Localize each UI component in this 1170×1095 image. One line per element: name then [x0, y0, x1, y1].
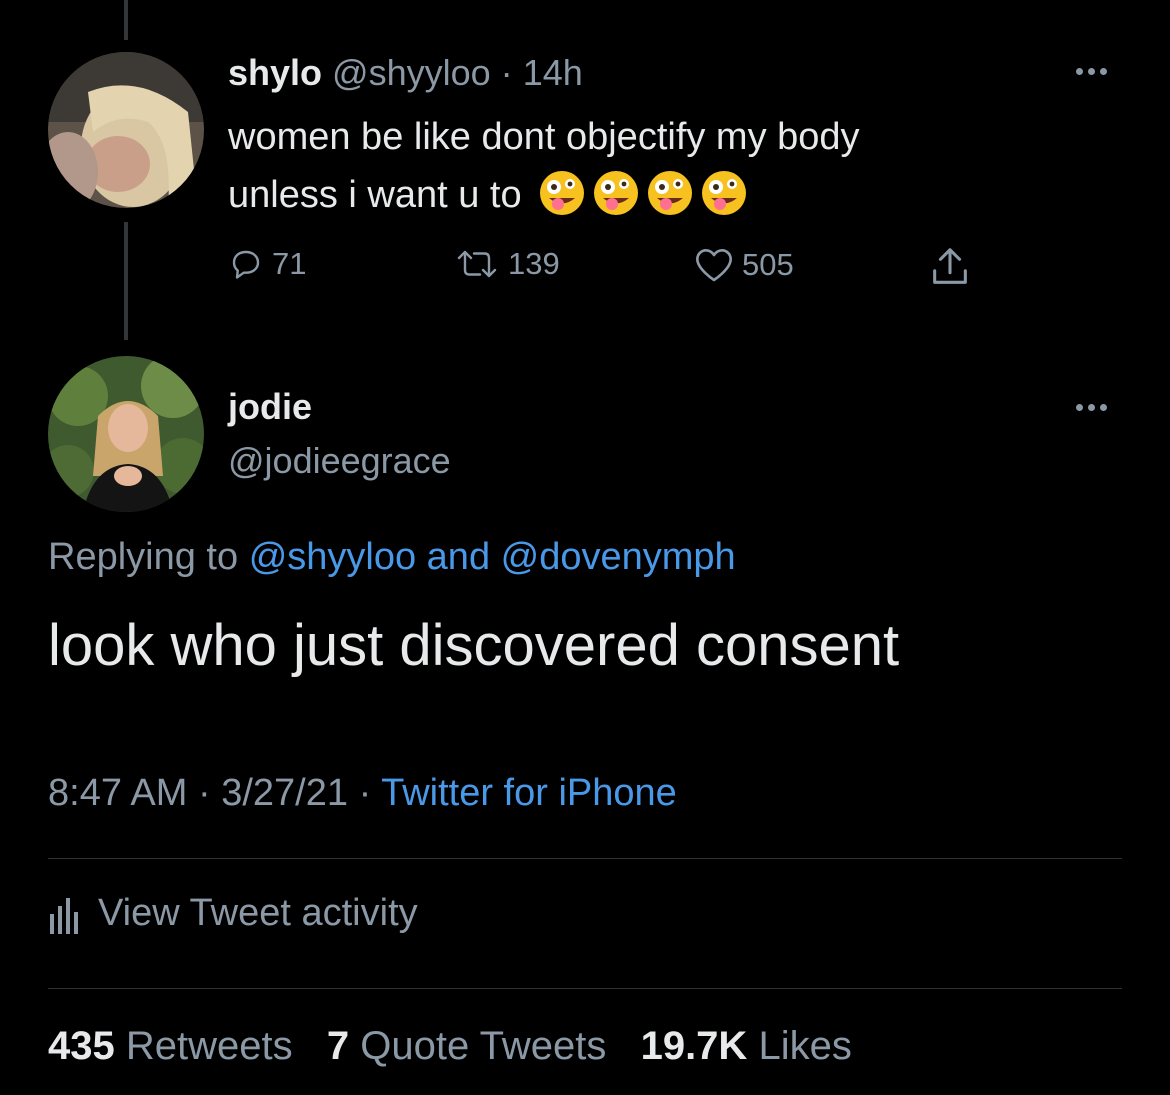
display-name[interactable]: jodie — [228, 386, 312, 428]
zany-face-emoji — [647, 171, 692, 215]
reply-button[interactable]: 71 — [228, 246, 306, 282]
more-options-icon[interactable] — [1076, 68, 1107, 75]
like-count: 505 — [742, 247, 794, 282]
zany-face-emoji — [539, 171, 584, 215]
thread-line-bottom — [124, 222, 128, 340]
retweets-stat[interactable]: 435 Retweets — [48, 1024, 304, 1068]
tweet-text-line-2: unless i want u to — [228, 166, 1108, 224]
tweet-meta: 8:47 AM · 3/27/21 · Twitter for iPhone — [48, 772, 677, 814]
replying-to: Replying to @shyyloo and @dovenymph — [48, 536, 736, 578]
handle[interactable]: @jodieegrace — [228, 440, 451, 482]
main-tweet-text: look who just discovered consent — [48, 613, 900, 678]
avatar-shylo-image — [48, 52, 204, 208]
timestamp[interactable]: 14h — [523, 52, 583, 93]
share-button[interactable] — [926, 244, 974, 290]
tweet-source-link[interactable]: Twitter for iPhone — [381, 772, 677, 814]
share-icon — [933, 248, 967, 284]
like-button[interactable]: 505 — [694, 246, 794, 284]
analytics-icon — [50, 897, 78, 934]
quote-tweets-stat[interactable]: 7 Quote Tweets — [327, 1024, 618, 1068]
avatar[interactable] — [48, 356, 204, 512]
retweet-count: 139 — [508, 246, 560, 281]
handle[interactable]: @shyyloo — [332, 52, 491, 93]
tweet-time: 8:47 AM — [48, 772, 188, 814]
tweet-stats: 435 Retweets 7 Quote Tweets 19.7K Likes — [48, 1024, 852, 1069]
mention-link[interactable]: @dovenymph — [501, 536, 736, 578]
zany-face-emoji — [593, 171, 638, 215]
retweet-button[interactable]: 139 — [454, 246, 560, 282]
zany-face-emoji — [701, 171, 746, 215]
heart-icon — [696, 248, 732, 282]
tweet-text: women be like dont objectify my body unl… — [228, 108, 1108, 224]
display-name[interactable]: shylo — [228, 52, 322, 93]
avatar-jodie-image — [48, 356, 204, 512]
tweet-text-line-1: women be like dont objectify my body — [228, 116, 860, 158]
tweet-header: shylo @shyyloo · 14h — [228, 52, 583, 94]
avatar[interactable] — [48, 52, 204, 208]
retweet-icon — [457, 250, 497, 278]
more-options-icon[interactable] — [1076, 404, 1107, 411]
likes-stat[interactable]: 19.7K Likes — [641, 1024, 852, 1068]
divider — [48, 858, 1122, 859]
divider — [48, 988, 1122, 989]
thread-line-top — [124, 0, 128, 40]
separator: · — [500, 52, 513, 93]
mention-link[interactable]: @shyyloo — [249, 536, 416, 578]
reply-count: 71 — [272, 246, 307, 281]
view-tweet-activity-button[interactable]: View Tweet activity — [48, 892, 418, 935]
tweet-date: 3/27/21 — [221, 772, 348, 814]
reply-icon — [232, 250, 260, 279]
